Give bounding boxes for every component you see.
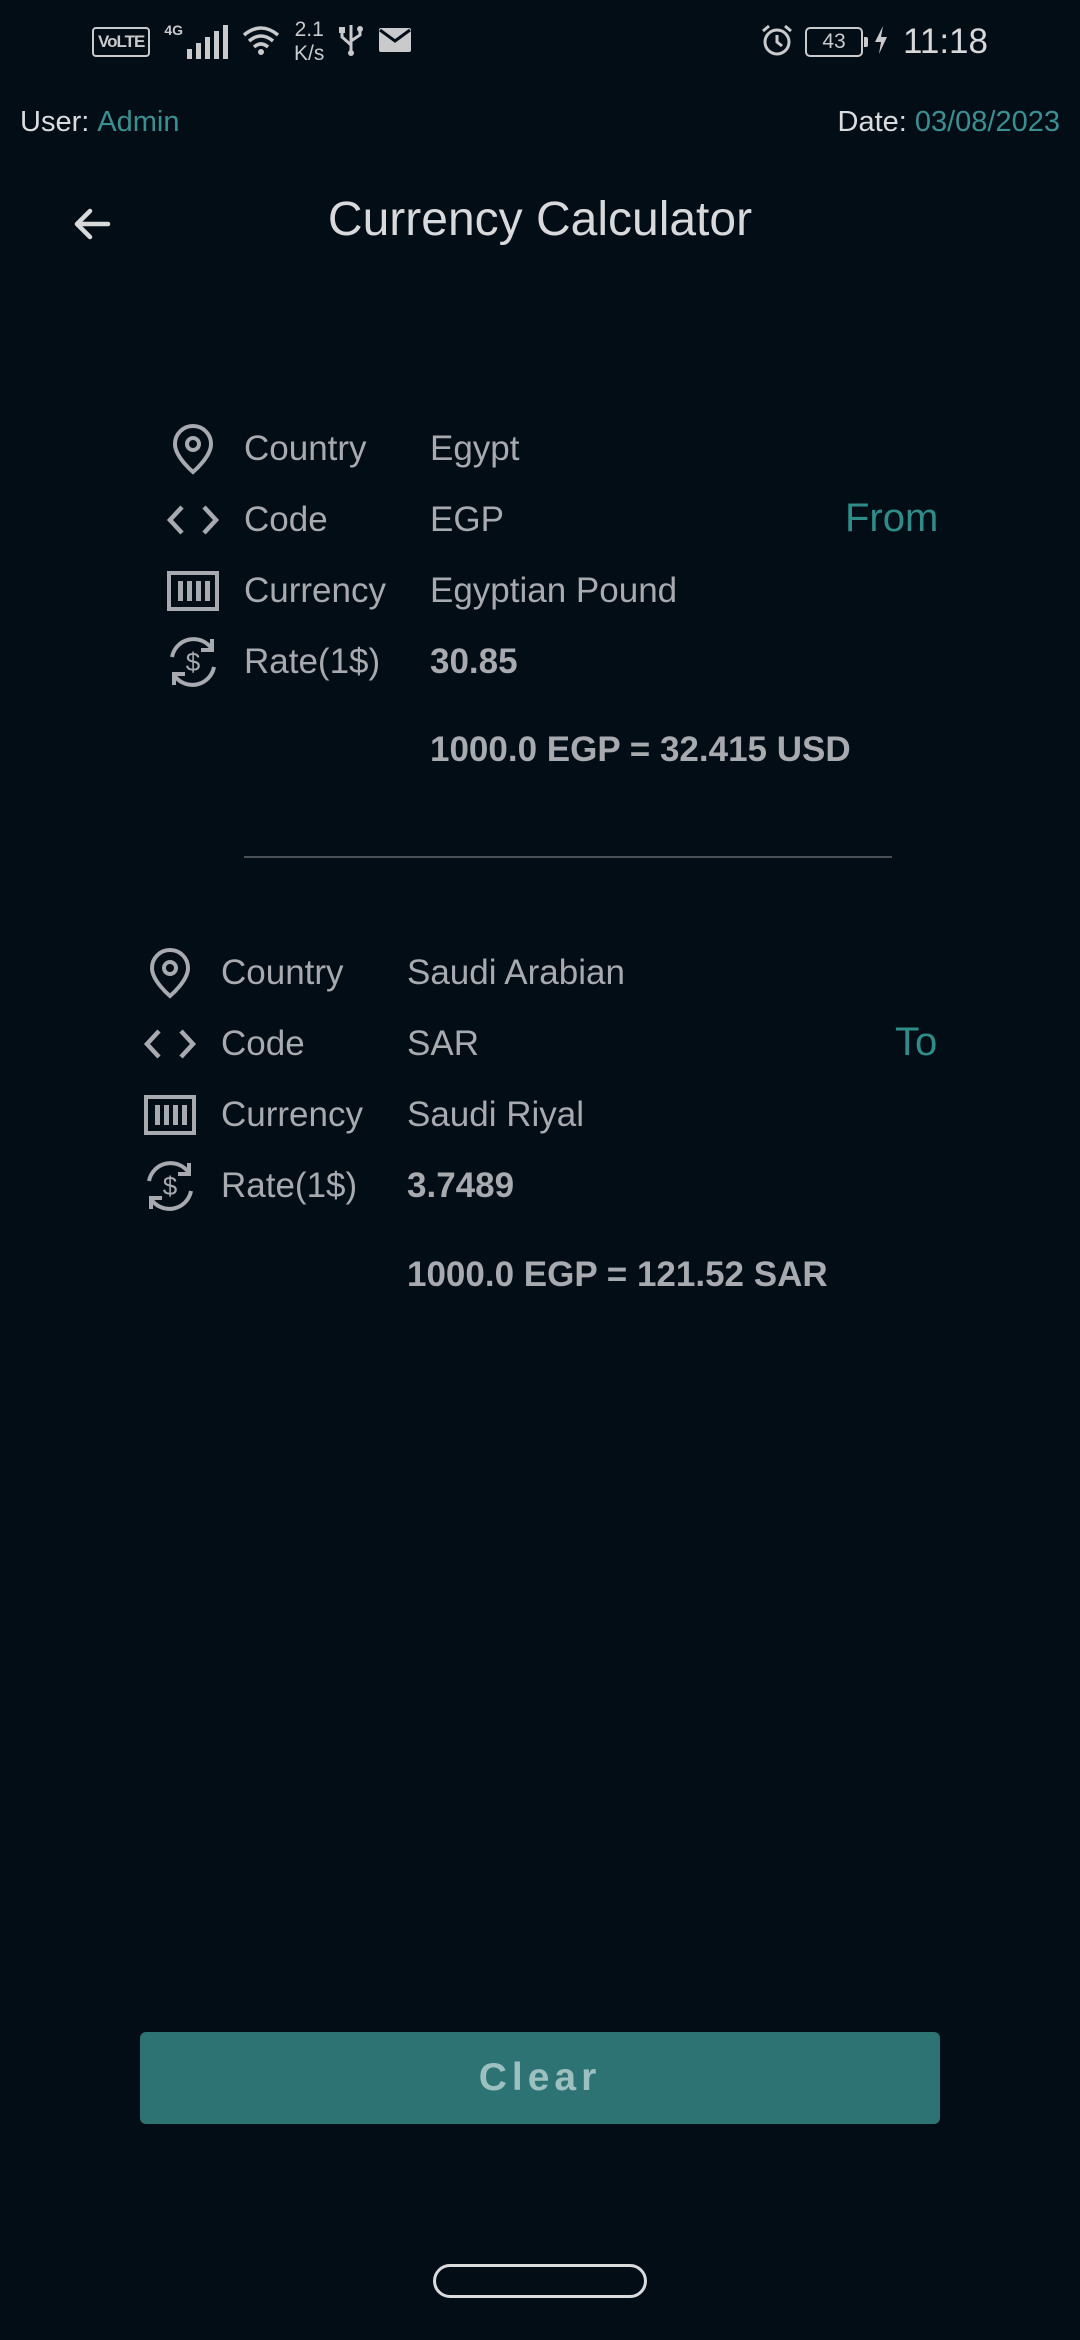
user-info: User: Admin — [20, 106, 180, 150]
from-rate-value: 30.85 — [430, 642, 518, 681]
barcode-icon — [140, 1085, 200, 1145]
date-label: Date: — [837, 106, 907, 138]
to-code-row: Code SAR — [140, 1014, 479, 1074]
alarm-icon — [759, 22, 795, 63]
volte-icon: VoLTE — [92, 27, 151, 57]
to-currency-label: Currency — [221, 1095, 363, 1134]
svg-text:$: $ — [163, 1171, 178, 1201]
from-conversion-result: 1000.0 EGP = 32.415 USD — [430, 730, 851, 769]
speed-unit: K/s — [294, 42, 325, 65]
wifi-icon — [242, 25, 280, 60]
currency-exchange-icon: $ — [163, 632, 223, 692]
currency-exchange-icon: $ — [140, 1156, 200, 1216]
section-divider — [244, 856, 892, 858]
network-speed: 2.1 K/s — [294, 18, 324, 66]
from-country-value: Egypt — [430, 429, 520, 468]
from-code-row: Code EGP — [163, 490, 504, 550]
to-country-value: Saudi Arabian — [407, 953, 625, 992]
svg-text:$: $ — [186, 647, 201, 677]
from-direction-label: From — [845, 496, 939, 540]
session-info: User: Admin Date: 03/08/2023 — [20, 106, 1060, 150]
charging-icon — [873, 25, 889, 60]
from-country-label: Country — [244, 429, 367, 468]
code-brackets-icon — [163, 490, 223, 550]
status-right: 43 11:18 — [759, 18, 988, 66]
date-value: 03/08/2023 — [914, 106, 1060, 138]
to-country-label: Country — [221, 953, 344, 992]
code-brackets-icon — [140, 1014, 200, 1074]
user-label: User: — [20, 106, 90, 138]
user-value: Admin — [97, 106, 180, 138]
location-pin-icon — [163, 419, 223, 479]
signal-icon — [187, 25, 228, 59]
speed-value: 2.1 — [294, 18, 324, 41]
to-rate-value: 3.7489 — [407, 1166, 515, 1205]
location-pin-icon — [140, 943, 200, 1003]
status-bar: VoLTE 4G 2.1 K/s 43 11:18 — [0, 0, 1080, 84]
from-currency-row: Currency Egyptian Pound — [163, 561, 677, 621]
from-currency-value: Egyptian Pound — [430, 571, 678, 610]
to-currency-row: Currency Saudi Riyal — [140, 1085, 584, 1145]
from-code-value: EGP — [430, 500, 504, 539]
from-rate-label: Rate(1$) — [244, 642, 381, 681]
date-info: Date: 03/08/2023 — [838, 106, 1060, 150]
network-type-label: 4G — [164, 22, 183, 38]
clear-button[interactable]: Clear — [140, 2032, 940, 2124]
usb-icon — [338, 23, 364, 62]
from-currency-label: Currency — [244, 571, 386, 610]
from-rate-row: $ Rate(1$) 30.85 — [163, 632, 518, 692]
status-time: 11:18 — [903, 22, 988, 61]
page-title: Currency Calculator — [327, 193, 753, 246]
from-country-row: Country Egypt — [163, 419, 520, 479]
mail-icon — [378, 26, 412, 59]
to-rate-row: $ Rate(1$) 3.7489 — [140, 1156, 514, 1216]
barcode-icon — [163, 561, 223, 621]
to-code-label: Code — [221, 1024, 305, 1063]
home-indicator[interactable] — [433, 2264, 647, 2298]
to-country-row: Country Saudi Arabian — [140, 943, 625, 1003]
status-left: VoLTE 4G 2.1 K/s — [92, 18, 412, 66]
screen: VoLTE 4G 2.1 K/s 43 11:18 User: Admin Da… — [0, 0, 1080, 2340]
to-direction-label: To — [895, 1020, 938, 1064]
to-currency-value: Saudi Riyal — [407, 1095, 585, 1134]
battery-level: 43 — [822, 30, 846, 53]
to-rate-label: Rate(1$) — [221, 1166, 358, 1205]
to-code-value: SAR — [407, 1024, 479, 1063]
from-code-label: Code — [244, 500, 328, 539]
to-conversion-result: 1000.0 EGP = 121.52 SAR — [407, 1255, 828, 1294]
battery-icon: 43 — [805, 27, 868, 57]
